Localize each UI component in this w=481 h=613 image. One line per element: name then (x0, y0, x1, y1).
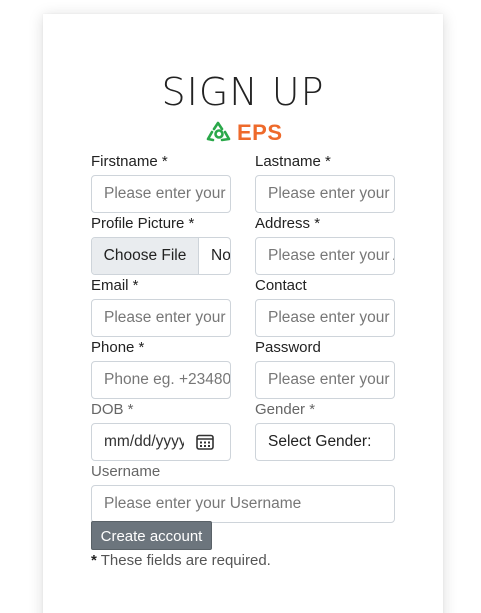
choose-file-button[interactable]: Choose File (92, 238, 199, 274)
signup-card: SIGN UP EPS Firstname * Please enter you… (43, 14, 443, 613)
profile-picture-label: Profile Picture * (91, 215, 195, 232)
gender-label: Gender * (255, 401, 316, 418)
logo-text: EPS (237, 120, 283, 145)
password-input[interactable]: Please enter your Password (255, 361, 395, 399)
username-input[interactable]: Please enter your Username (91, 485, 395, 523)
page-title: SIGN UP (161, 70, 325, 114)
eps-logo: EPS (205, 120, 285, 146)
profile-picture-group: Profile Picture * Choose File No file ch… (91, 213, 231, 275)
address-input[interactable]: Please enter your Address (255, 237, 395, 275)
contact-input[interactable]: Please enter your Contact (255, 299, 395, 337)
password-label: Password (255, 339, 321, 356)
gender-group: Gender * Select Gender: (255, 399, 395, 461)
recycle-logo-icon (206, 121, 231, 142)
phone-label: Phone * (91, 339, 145, 356)
contact-group: Contact Please enter your Contact (255, 275, 395, 337)
dob-date-input[interactable]: mm/dd/yyyy (91, 423, 231, 461)
dob-group: DOB * mm/dd/yyyy (91, 399, 231, 461)
create-account-button[interactable]: Create account (91, 521, 212, 550)
email-group: Email * Please enter your Email (91, 275, 231, 337)
username-label: Username (91, 463, 161, 480)
firstname-input[interactable]: Please enter your Firstname (91, 175, 231, 213)
password-group: Password Please enter your Password (255, 337, 395, 399)
required-note: * These fields are required. (91, 552, 271, 569)
lastname-label: Lastname * (255, 153, 331, 170)
dob-label: DOB * (91, 401, 134, 418)
address-group: Address * Please enter your Address (255, 213, 395, 275)
email-label: Email * (91, 277, 139, 294)
phone-input[interactable]: Phone eg. +2348000000000 (91, 361, 231, 399)
file-name-text: No file chosen (211, 247, 230, 264)
firstname-group: Firstname * Please enter your Firstname (91, 151, 231, 213)
required-note-text: These fields are required. (96, 552, 271, 569)
calendar-icon[interactable] (196, 434, 214, 450)
contact-label: Contact (255, 277, 307, 294)
firstname-label: Firstname * (91, 153, 168, 170)
profile-picture-file-input[interactable]: Choose File No file chosen (91, 237, 231, 275)
username-group: Username Please enter your Username (91, 461, 395, 523)
lastname-group: Lastname * Please enter your Lastname (255, 151, 395, 213)
lastname-input[interactable]: Please enter your Lastname (255, 175, 395, 213)
dob-placeholder: mm/dd/yyyy (104, 433, 184, 450)
address-label: Address * (255, 215, 321, 232)
email-input[interactable]: Please enter your Email (91, 299, 231, 337)
gender-select[interactable]: Select Gender: (255, 423, 395, 461)
phone-group: Phone * Phone eg. +2348000000000 (91, 337, 231, 399)
